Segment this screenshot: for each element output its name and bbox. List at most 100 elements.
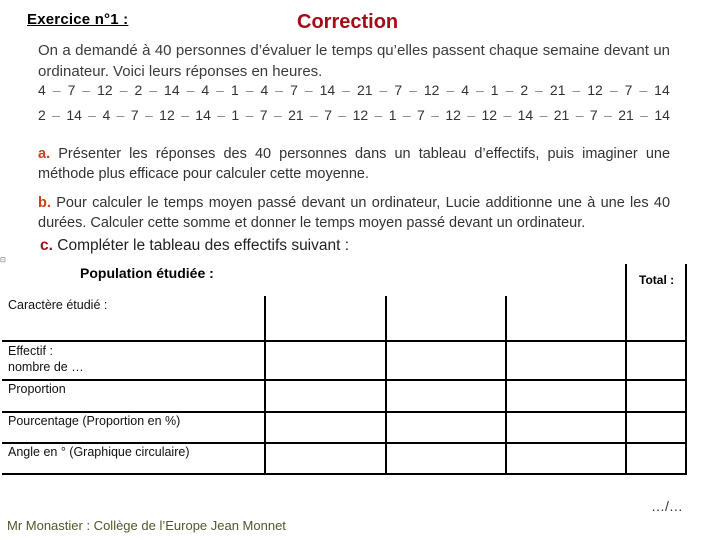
separator-dash: – <box>572 82 581 98</box>
row-label-angle: Angle en ° (Graphique circulaire) <box>8 444 189 460</box>
response-value: 12 <box>97 82 113 98</box>
table-vline <box>685 264 687 474</box>
separator-dash: – <box>181 107 189 123</box>
intro-text: On a demandé à 40 personnes d’évaluer le… <box>38 42 670 80</box>
table-vline <box>625 264 627 474</box>
row-label-text: Pourcentage (Proportion en %) <box>8 414 181 428</box>
separator-dash: – <box>186 82 195 98</box>
row-label-text: Effectif : <box>8 344 53 358</box>
separator-dash: – <box>609 82 618 98</box>
response-value: 14 <box>319 82 336 98</box>
row-label-text: Angle en ° (Graphique circulaire) <box>8 445 190 459</box>
response-value: 4 <box>38 82 46 98</box>
response-value: 7 <box>259 107 268 123</box>
separator-dash: – <box>52 82 61 98</box>
response-value: 12 <box>445 107 461 123</box>
response-value: 4 <box>201 82 210 98</box>
response-value: 12 <box>423 82 440 98</box>
separator-dash: – <box>304 82 313 98</box>
row-label-caractere: Caractère étudié : <box>8 297 107 313</box>
response-value: 7 <box>589 107 598 123</box>
response-value: 12 <box>352 107 369 123</box>
separator-dash: – <box>275 82 284 98</box>
response-value: 7 <box>394 82 403 98</box>
separator-dash: – <box>88 107 97 123</box>
response-value: 14 <box>195 107 211 123</box>
separator-dash: – <box>374 107 383 123</box>
response-value: 1 <box>231 107 240 123</box>
row-label-text: Caractère étudié : <box>8 298 108 312</box>
response-value: 12 <box>587 82 603 98</box>
question-c-label: c. <box>40 237 53 254</box>
separator-dash: – <box>342 82 350 98</box>
table-hline <box>2 340 687 342</box>
separator-dash: – <box>505 82 514 98</box>
response-value: 4 <box>102 107 111 123</box>
separator-dash: – <box>310 107 318 123</box>
page-indicator: …/… <box>651 498 683 514</box>
response-value: 1 <box>230 82 239 98</box>
separator-dash: – <box>52 107 60 123</box>
question-a: a. Présenter les réponses des 40 personn… <box>38 144 670 184</box>
response-value: 7 <box>417 107 425 123</box>
response-value: 21 <box>618 107 634 123</box>
separator-dash: – <box>539 107 548 123</box>
response-value: 21 <box>549 82 566 98</box>
table-vline <box>505 296 507 474</box>
separator-dash: – <box>144 107 153 123</box>
separator-dash: – <box>116 107 125 123</box>
row-label-proportion: Proportion <box>8 381 66 397</box>
response-value: 1 <box>388 107 397 123</box>
response-value: 14 <box>164 82 180 98</box>
response-value: 7 <box>624 82 633 98</box>
question-a-label: a. <box>38 146 51 162</box>
exercise-title: Exercice n°1 : <box>27 11 129 28</box>
response-value: 7 <box>130 107 139 123</box>
question-b-label: b. <box>38 195 51 211</box>
response-value: 14 <box>66 107 82 123</box>
question-b-text: Pour calculer le temps moyen passé devan… <box>38 195 671 231</box>
response-value: 21 <box>288 107 304 123</box>
separator-dash: – <box>217 107 226 123</box>
separator-dash: – <box>503 107 512 123</box>
response-value: 14 <box>517 107 534 123</box>
separator-dash: – <box>640 107 648 123</box>
separator-dash: – <box>467 107 476 123</box>
separator-dash: – <box>575 107 584 123</box>
separator-dash: – <box>402 107 411 123</box>
responses-row-1: 4–7–12–2–14–4–1–4–7–14–21–7–12–4–1–2–21–… <box>38 82 670 98</box>
separator-dash: – <box>604 107 612 123</box>
separator-dash: – <box>273 107 282 123</box>
separator-dash: – <box>379 82 388 98</box>
response-value: 12 <box>481 107 498 123</box>
question-c-text: Compléter le tableau des effectifs suiva… <box>57 237 350 254</box>
separator-dash: – <box>82 82 91 98</box>
anchor-mark-icon: ⊡ <box>0 257 6 264</box>
separator-dash: – <box>476 82 484 98</box>
separator-dash: – <box>245 107 254 123</box>
table-hline <box>2 379 687 381</box>
separator-dash: – <box>431 107 439 123</box>
separator-dash: – <box>149 82 158 98</box>
response-value: 1 <box>490 82 499 98</box>
separator-dash: – <box>446 82 455 98</box>
question-b: b. Pour calculer le temps moyen passé de… <box>38 193 670 233</box>
response-value: 2 <box>134 82 143 98</box>
separator-dash: – <box>119 82 128 98</box>
responses-row-2: 2–14–4–7–12–14–1–7–21–7–12–1–7–12–12–14–… <box>38 107 670 123</box>
question-c: c. Compléter le tableau des effectifs su… <box>40 237 349 255</box>
question-a-text: Présenter les réponses des 40 personnes … <box>38 146 671 182</box>
response-value: 12 <box>159 107 175 123</box>
row-label-effectif: Effectif : nombre de … <box>8 343 84 375</box>
population-label: Population étudiée : <box>80 265 214 281</box>
row-label-subtext: nombre de … <box>8 360 84 374</box>
response-value: 21 <box>553 107 570 123</box>
separator-dash: – <box>338 107 347 123</box>
response-value: 21 <box>356 82 373 98</box>
separator-dash: – <box>535 82 543 98</box>
table-vline <box>385 296 387 474</box>
row-label-pourcentage: Pourcentage (Proportion en %) <box>8 413 180 429</box>
response-value: 4 <box>260 82 269 98</box>
response-value: 2 <box>38 107 46 123</box>
response-value: 7 <box>324 107 333 123</box>
